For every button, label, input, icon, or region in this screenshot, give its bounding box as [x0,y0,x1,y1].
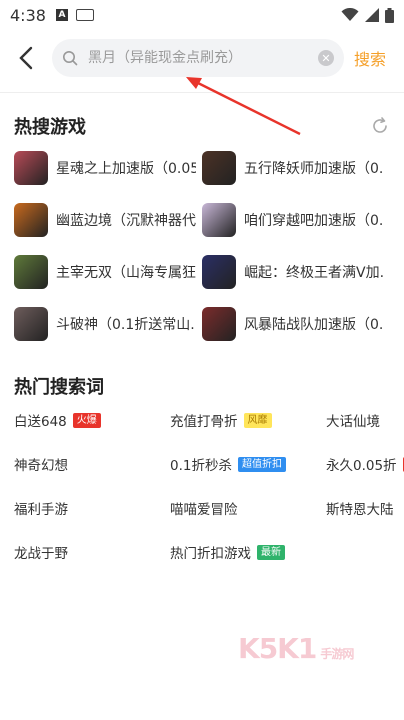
signal-icon [365,8,379,22]
keyword-tag: 最新 [257,544,285,560]
hot-game-item[interactable]: 崛起：终极王者满V加... [202,255,390,289]
keyword-text: 白送648 [14,414,67,430]
hot-game-item[interactable]: 风暴陆战队加速版（0.... [202,307,390,341]
hot-games-list: 星魂之上加速版（0.05... 五行降妖师加速版（0.... 幽蓝边境（沉默神器代.… [0,141,404,341]
keyword-item[interactable]: 龙战于野 [14,541,170,563]
keyword-text: 热门折扣游戏 [170,546,251,562]
status-bar: 4:38 A [0,0,404,30]
game-thumbnail [14,255,48,289]
keyword-item[interactable]: 喵喵爱冒险 [170,497,326,519]
keyword-text: 福利手游 [14,502,68,518]
watermark-text: K5K1 [238,632,317,665]
hot-keywords-title: 热门搜索词 [14,377,104,398]
keyword-item[interactable]: 热门折扣游戏 最新 [170,541,326,563]
keyword-text: 永久0.05折 [326,458,397,474]
game-name: 咱们穿越吧加速版（0.... [244,213,384,229]
game-name: 五行降妖师加速版（0.... [244,161,384,177]
search-input[interactable] [86,49,318,67]
keyword-item[interactable]: 斯特恩大陆 [326,497,404,519]
keyword-item[interactable]: 白送648 火爆 [14,409,170,431]
hot-game-item[interactable]: 斗破神（0.1折送常山... [14,307,202,341]
search-bar: ✕ 搜索 [0,30,404,86]
game-thumbnail [202,255,236,289]
hot-game-item[interactable]: 幽蓝边境（沉默神器代... [14,203,202,237]
back-button[interactable] [12,38,40,78]
keyboard-icon [75,9,94,21]
game-thumbnail [202,307,236,341]
game-thumbnail [14,203,48,237]
watermark-logo: K5K1 手游网 [238,632,354,665]
hot-games-header: 热搜游戏 [0,111,404,141]
game-name: 风暴陆战队加速版（0.... [244,317,384,333]
search-button[interactable]: 搜索 [354,46,386,70]
keyword-text: 斯特恩大陆 [326,502,394,518]
search-box[interactable]: ✕ [52,39,344,77]
keyword-text: 龙战于野 [14,546,68,562]
search-icon [63,51,78,66]
keyword-item[interactable]: 福利手游 [14,497,170,519]
keyword-text: 喵喵爱冒险 [170,502,238,518]
clear-icon[interactable]: ✕ [318,50,334,66]
game-name: 主宰无双（山海专属狂... [56,265,196,281]
watermark-suffix: 手游网 [320,647,354,661]
annotation-arrow [186,77,301,136]
keyword-item[interactable]: 神奇幻想 [14,453,170,475]
wifi-icon [341,8,359,21]
game-name: 崛起：终极王者满V加... [244,265,384,281]
keyword-tag: 火爆 [72,412,101,428]
hot-games-title: 热搜游戏 [14,117,86,138]
notification-a-icon: A [55,9,68,21]
keyword-tag: 风靡 [243,412,272,428]
keyword-item[interactable]: 大话仙境 [326,409,404,431]
game-thumbnail [14,307,48,341]
keyword-text: 神奇幻想 [14,458,68,474]
keyword-item[interactable]: 0.1折秒杀 超值折扣 [170,453,326,475]
keyword-text: 大话仙境 [326,414,380,430]
hot-game-item[interactable]: 主宰无双（山海专属狂... [14,255,202,289]
keyword-text: 0.1折秒杀 [170,458,232,474]
battery-icon [385,7,394,23]
game-thumbnail [202,151,236,185]
divider [0,92,404,93]
game-thumbnail [14,151,48,185]
back-arrow-icon [19,46,33,70]
hot-keywords-list: 白送648 火爆 充值打骨折 风靡 大话仙境 神奇幻想 0.1折秒杀 超值折扣 永久0.05折 … [0,401,404,563]
keyword-item[interactable]: 充值打骨折 风靡 [170,409,326,431]
hot-game-item[interactable]: 咱们穿越吧加速版（0.... [202,203,390,237]
game-name: 星魂之上加速版（0.05... [56,161,196,177]
game-name: 幽蓝边境（沉默神器代... [56,213,196,229]
keyword-text: 充值打骨折 [170,414,238,430]
game-name: 斗破神（0.1折送常山... [56,317,196,333]
keyword-tag: 超值折扣 [237,456,286,472]
hot-game-item[interactable]: 星魂之上加速版（0.05... [14,151,202,185]
hot-keywords-header: 热门搜索词 [0,371,404,401]
hot-game-item[interactable]: 五行降妖师加速版（0.... [202,151,390,185]
keyword-item[interactable]: 永久0.05折 [326,453,404,475]
status-time: 4:38 [10,5,46,25]
game-thumbnail [202,203,236,237]
refresh-icon[interactable] [370,116,390,136]
